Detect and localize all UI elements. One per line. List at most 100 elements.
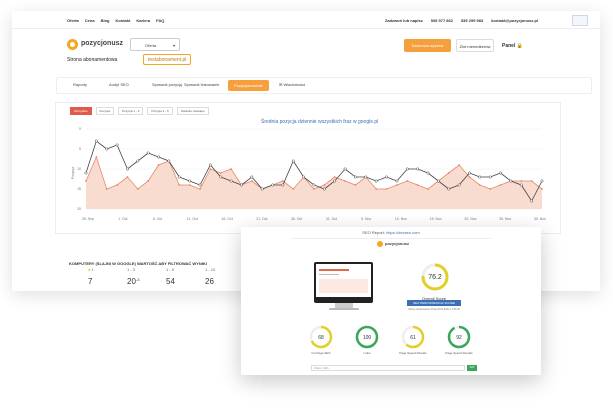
ranking-col-label-2: 1 - 3 xyxy=(127,267,136,272)
seo-report-window: SEO Report: https://devseo.com pozycjonu… xyxy=(241,227,541,375)
nav-kariera[interactable]: Kariera xyxy=(136,18,150,23)
tab-wiadomosci[interactable]: ✉ Wiadomości xyxy=(279,82,305,87)
tab-audyt-seo[interactable]: Audyt SEO xyxy=(109,82,129,87)
series-point-dark xyxy=(105,147,109,151)
y-tick-label: 15 xyxy=(77,187,81,191)
series-point-orange xyxy=(209,168,212,170)
x-tick-label: 21. Oct xyxy=(256,217,267,221)
offer-select[interactable]: Oferta ▾ xyxy=(130,38,180,51)
x-tick-label: 5. Nov xyxy=(361,217,371,221)
series-point-dark xyxy=(115,143,119,147)
x-tick-label: 1. Oct xyxy=(118,217,127,221)
series-point-dark xyxy=(478,175,482,179)
y-axis-label: Pozycja xyxy=(71,167,75,179)
y-tick-label: 5 xyxy=(79,147,81,151)
series-point-dark xyxy=(126,167,129,171)
series-point-orange xyxy=(427,188,429,190)
series-point-dark xyxy=(240,183,243,187)
series-point-orange xyxy=(323,184,326,186)
series-point-dark xyxy=(219,175,223,179)
lock-icon: 🔒 xyxy=(516,43,523,49)
ring-label-2: Links xyxy=(363,351,371,355)
nav-blog[interactable]: Blog xyxy=(101,18,110,23)
series-point-dark xyxy=(395,179,399,183)
ranking-value-3-num: 54 xyxy=(166,277,175,286)
nav-faq[interactable]: FAQ xyxy=(156,18,164,23)
series-point-orange xyxy=(250,180,253,182)
series-point-dark xyxy=(447,187,451,191)
series-point-orange xyxy=(199,188,201,190)
ranking-col-label-1: 1 xyxy=(91,267,94,272)
series-point-dark xyxy=(157,155,160,159)
score-rings: 68 100 61 92 xyxy=(309,325,471,349)
series-point-dark xyxy=(364,175,368,179)
tab-sprawdz-linkowanie[interactable]: Sprawdź linkowanie xyxy=(184,82,219,87)
top-bar: Oferta Cena Blog Kontakt Kariera FAQ Zad… xyxy=(12,11,600,29)
nav-cena[interactable]: Cena xyxy=(85,18,95,23)
series-point-dark xyxy=(167,159,171,163)
ranking-col-label-3: 1 - 5 xyxy=(166,267,175,272)
series-point-dark xyxy=(229,179,233,183)
chart-card: Wszystkie Pozycja Pozycja 1 - 3 Pozycja … xyxy=(55,102,561,234)
contact-phone-2[interactable]: 535 299 983 xyxy=(461,18,483,23)
series-point-orange xyxy=(385,188,388,190)
nav-kontakt[interactable]: Kontakt xyxy=(115,18,130,23)
series-point-dark xyxy=(84,171,88,175)
free-quote-button[interactable]: Darmowa wycena xyxy=(404,39,451,52)
series-point-dark xyxy=(385,175,388,179)
series-point-orange xyxy=(478,184,481,186)
ring-label-3: Page Speed Results xyxy=(399,351,427,355)
nav-oferta[interactable]: Oferta xyxy=(67,18,79,23)
series-point-orange xyxy=(344,180,346,182)
contact-phone-1[interactable]: 535 977 862 xyxy=(431,18,453,23)
go-button[interactable]: GO xyxy=(467,365,477,371)
series-point-dark xyxy=(436,179,440,183)
series-point-orange xyxy=(105,188,108,190)
series-point-orange xyxy=(147,180,150,182)
contact-email[interactable]: kontakt@pozycjonusz.pl xyxy=(491,18,538,23)
ranking-col-label: ● 1 xyxy=(88,267,94,272)
series-point-dark xyxy=(468,171,471,175)
series-point-dark xyxy=(312,183,316,187)
series-point-orange xyxy=(292,188,295,190)
domain-tag[interactable]: testabonament.pl xyxy=(143,54,192,65)
x-tick-label: 31. Oct xyxy=(326,217,337,221)
series-point-orange xyxy=(333,176,336,178)
score-ring-value: 100 xyxy=(363,335,372,341)
ranking-col-label-4: 1 - 10 xyxy=(205,267,216,272)
series-point-orange xyxy=(85,180,87,182)
managers-button[interactable]: Zlot menedżerów xyxy=(456,39,494,52)
ranking-value-4-num: 26 xyxy=(205,277,214,286)
tab-sprawdz-pozycje[interactable]: Sprawdź pozycję xyxy=(152,82,182,87)
series-point-orange xyxy=(541,188,543,190)
series-point-dark xyxy=(540,179,544,183)
logo-icon xyxy=(67,39,78,50)
ranking-value-2[interactable]: 20-3 xyxy=(127,277,139,286)
x-tick-label: 6. Oct xyxy=(153,217,162,221)
tab-raporty[interactable]: Raporty xyxy=(73,82,87,87)
series-point-orange xyxy=(406,180,409,182)
series-point-dark xyxy=(322,187,326,191)
tab-pozycjonowanie[interactable]: Pozycjonowanie xyxy=(228,80,269,91)
series-point-dark xyxy=(374,179,378,183)
y-tick-label: 0 xyxy=(79,127,81,131)
ring-label-1: On-Page SEO xyxy=(311,351,331,355)
x-tick-label: 10. Nov xyxy=(395,217,407,221)
series-point-dark xyxy=(343,167,347,171)
series-point-dark xyxy=(198,183,202,187)
series-point-orange xyxy=(95,156,98,158)
panel-link[interactable]: Panel 🔒 xyxy=(502,43,523,49)
y-tick-label: 10 xyxy=(77,167,81,171)
x-tick-label: 26. Sep xyxy=(82,217,94,221)
ring-label-4: Page Speed Results xyxy=(445,351,473,355)
logo-text[interactable]: pozycjonusz xyxy=(81,40,123,47)
ranking-value-4[interactable]: 26 xyxy=(205,277,214,286)
url-input[interactable]: Wpisz URL xyxy=(311,365,465,371)
series-point-dark xyxy=(208,163,212,167)
offer-select-value: Oferta xyxy=(145,43,157,48)
ranking-value-3[interactable]: 54 xyxy=(166,277,175,286)
series-point-orange xyxy=(116,184,118,186)
series-point-orange xyxy=(157,164,160,166)
ranking-value-1[interactable]: 7 xyxy=(88,277,92,286)
ranking-title: KOMPUTERY (SLAJNI W GOOGLE) WARTOŚĆ ABY … xyxy=(69,261,207,266)
